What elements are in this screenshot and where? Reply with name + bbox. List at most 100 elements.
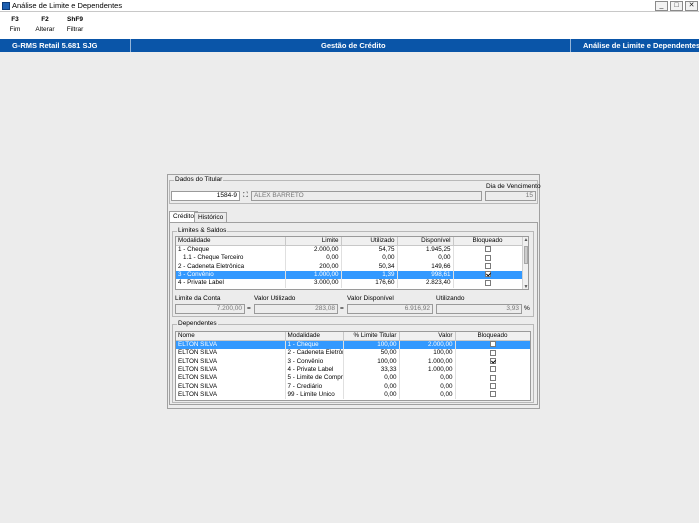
dependents-blocked-checkbox[interactable] — [489, 349, 496, 356]
limits-cell-modalidade: 2 - Cadeneta Eletrônica — [176, 262, 286, 271]
dependents-cell-modalidade: 7 - Crediário — [285, 382, 344, 391]
limits-blocked-checkbox[interactable] — [484, 262, 491, 269]
dependents-cell-nome: ELTON SILVA — [176, 340, 286, 349]
titular-code-field[interactable]: 1584-9 — [171, 191, 240, 201]
dependents-cell-valor: 100,00 — [399, 349, 456, 358]
dependents-blocked-checkbox-cell — [455, 357, 530, 366]
limits-row[interactable]: 1 - Cheque 2.000,00 54,75 1.945,25 — [176, 245, 523, 254]
edit-button[interactable]: F2 Alterar — [32, 15, 58, 35]
limits-col-disponivel[interactable]: Disponível — [397, 237, 454, 246]
scroll-thumb[interactable] — [524, 246, 528, 264]
dependents-cell-pct: 0,00 — [343, 390, 400, 400]
limits-blocked-checkbox[interactable] — [484, 279, 491, 286]
limits-cell-limite: 200,00 — [285, 262, 342, 271]
dependents-blocked-checkbox-cell — [455, 374, 530, 383]
dependents-cell-pct: 50,00 — [343, 349, 400, 358]
limits-scrollbar[interactable]: ▲ ▼ — [522, 237, 528, 289]
dependents-cell-pct: 100,00 — [343, 340, 400, 349]
screen-name: Análise de Limite e Dependentes — [583, 41, 699, 50]
scroll-down-icon[interactable]: ▼ — [523, 284, 528, 289]
dependents-cell-pct: 100,00 — [343, 357, 400, 366]
valor-disponivel-field: 6.916,92 — [347, 304, 433, 314]
dependents-cell-valor: 0,00 — [399, 390, 456, 400]
due-day-field: 15 — [485, 191, 536, 201]
dependents-col-valor[interactable]: Valor — [399, 332, 456, 341]
dependents-blocked-checkbox-cell — [455, 382, 530, 391]
dependents-blocked-checkbox[interactable] — [489, 391, 496, 398]
dependents-cell-nome: ELTON SILVA — [176, 365, 286, 375]
dependents-cell-pct: 0,00 — [343, 374, 400, 383]
app-icon — [2, 2, 10, 10]
limits-cell-disponivel: 1.945,25 — [397, 245, 454, 254]
limits-cell-utilizado: 176,60 — [341, 279, 398, 288]
dependents-blocked-checkbox-cell — [455, 365, 530, 375]
dependents-row[interactable]: ELTON SILVA 99 - Limite Único 0,00 0,00 — [176, 390, 530, 400]
dependents-cell-valor: 1.000,00 — [399, 357, 456, 366]
dependents-cell-pct: 33,33 — [343, 365, 400, 375]
limits-blocked-checkbox[interactable] — [484, 271, 491, 278]
dependents-grid: Nome Modalidade % Limite Titular Valor B… — [175, 331, 531, 401]
close-icon[interactable]: ✕ — [685, 1, 698, 11]
dependents-col-nome[interactable]: Nome — [176, 332, 286, 341]
limits-col-limite[interactable]: Limite — [285, 237, 342, 246]
dependents-blocked-checkbox[interactable] — [489, 374, 496, 381]
dependents-col-bloqueado[interactable]: Bloqueado — [455, 332, 530, 341]
dependents-row[interactable]: ELTON SILVA 5 - Limite de Compra 0,00 0,00 — [176, 374, 530, 383]
end-button[interactable]: F3 Fim — [2, 15, 28, 35]
dependents-cell-valor: 0,00 — [399, 382, 456, 391]
dependents-cell-nome: ELTON SILVA — [176, 374, 286, 383]
limits-cell-utilizado: 1,39 — [341, 270, 398, 280]
limits-cell-limite: 3.000,00 — [285, 279, 342, 288]
limits-row[interactable]: 1.1 - Cheque Terceiro 0,00 0,00 0,00 — [176, 254, 523, 263]
window-title: Análise de Limite e Dependentes — [12, 1, 123, 10]
dependents-row[interactable]: ELTON SILVA 4 - Private Label 33,33 1.000,0… — [176, 365, 530, 375]
limits-cell-utilizado: 0,00 — [341, 254, 398, 263]
dependents-cell-modalidade: 99 - Limite Único — [285, 390, 344, 400]
filter-button[interactable]: ShF9 Filtrar — [62, 15, 88, 35]
module-name: Gestão de Crédito — [321, 41, 386, 50]
dependents-cell-nome: ELTON SILVA — [176, 349, 286, 358]
dependents-col-pct[interactable]: % Limite Titular — [343, 332, 400, 341]
filter-button-key: ShF9 — [67, 16, 83, 23]
limits-cell-limite: 2.000,00 — [285, 245, 342, 254]
limits-cell-disponivel: 0,00 — [397, 254, 454, 263]
limits-blocked-checkbox[interactable] — [484, 246, 491, 253]
limits-blocked-checkbox-cell — [453, 279, 523, 288]
limits-row[interactable]: 2 - Cadeneta Eletrônica 200,00 50,34 149,66 — [176, 262, 523, 271]
limits-row[interactable]: 4 - Private Label 3.000,00 176,60 2.823,40 — [176, 279, 523, 288]
valor-disponivel-label: Valor Disponível — [347, 295, 394, 302]
limits-col-bloqueado[interactable]: Bloqueado — [453, 237, 523, 246]
binoculars-icon[interactable]: ⛶ — [241, 191, 250, 201]
title-bar: Análise de Limite e Dependentes _ □ ✕ — [0, 0, 699, 12]
dependents-cell-modalidade: 5 - Limite de Compra — [285, 374, 344, 383]
limits-cell-disponivel: 998,61 — [397, 270, 454, 280]
dependents-row[interactable]: ELTON SILVA 3 - Convênio 100,00 1.000,00 — [176, 357, 530, 366]
utilizando-label: Utilizando — [436, 295, 465, 302]
limits-cell-limite: 1.000,00 — [285, 270, 342, 280]
minimize-icon[interactable]: _ — [655, 1, 668, 11]
dependents-blocked-checkbox[interactable] — [489, 383, 496, 390]
dependents-cell-nome: ELTON SILVA — [176, 390, 286, 400]
app-name: G-RMS Retail 5.681 SJG — [12, 41, 98, 50]
limits-blocked-checkbox[interactable] — [484, 254, 491, 261]
dependents-row[interactable]: ELTON SILVA 1 - Cheque 100,00 2.000,00 — [176, 340, 530, 349]
header-divider — [130, 39, 131, 52]
dependents-row[interactable]: ELTON SILVA 7 - Crediário 0,00 0,00 — [176, 382, 530, 391]
dependents-col-modalidade[interactable]: Modalidade — [285, 332, 344, 341]
limits-col-utilizado[interactable]: Utilizado — [341, 237, 398, 246]
dependents-blocked-checkbox[interactable] — [489, 341, 496, 348]
limits-row[interactable]: 3 - Convênio 1.000,00 1,39 998,61 — [176, 270, 523, 280]
dependents-blocked-checkbox[interactable] — [489, 357, 496, 364]
header-divider — [570, 39, 571, 52]
limits-cell-disponivel: 149,66 — [397, 262, 454, 271]
maximize-icon[interactable]: □ — [670, 1, 683, 11]
scroll-up-icon[interactable]: ▲ — [523, 237, 528, 243]
dependents-header-row: Nome Modalidade % Limite Titular Valor B… — [176, 332, 530, 341]
limits-cell-modalidade: 4 - Private Label — [176, 279, 286, 288]
limite-conta-label: Limite da Conta — [175, 295, 221, 302]
dependents-blocked-checkbox[interactable] — [489, 366, 496, 373]
dependents-row[interactable]: ELTON SILVA 2 - Cadeneta Eletrôn 50,00 100,… — [176, 349, 530, 358]
limits-cell-disponivel: 2.823,40 — [397, 279, 454, 288]
dependents-body: ELTON SILVA 1 - Cheque 100,00 2.000,00 ELTON… — [176, 340, 530, 400]
limits-col-modalidade[interactable]: Modalidade — [176, 237, 286, 246]
